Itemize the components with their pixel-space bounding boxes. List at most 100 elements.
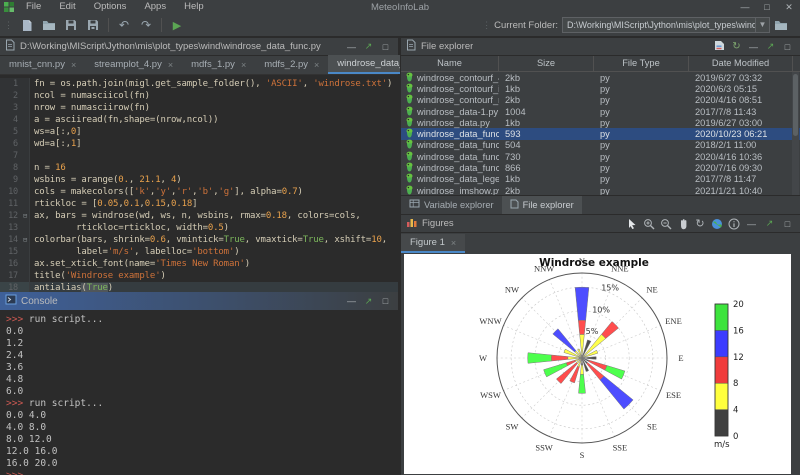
code-line[interactable]: 3nrow = numasciirow(fn) <box>0 102 398 114</box>
new-file-icon[interactable] <box>712 40 727 53</box>
file-cell: 1kb <box>499 118 594 128</box>
figure-tab[interactable]: Figure 1 × <box>401 234 465 253</box>
code-line[interactable]: 18antialias(True) <box>0 282 398 292</box>
minimize-panel-button[interactable]: — <box>344 42 359 52</box>
svg-text:20: 20 <box>733 300 744 310</box>
code-editor[interactable]: 1fn = os.path.join(migl.get_sample_folde… <box>0 76 398 292</box>
scrollbar[interactable] <box>792 72 799 195</box>
save-button[interactable] <box>61 16 81 34</box>
code-line[interactable]: 11rtickloc = [0.05,0.1,0.15,0.18] <box>0 198 398 210</box>
editor-tab-mnist_cnn.py[interactable]: mnist_cnn.py× <box>0 55 85 74</box>
zoom-in-icon[interactable] <box>642 217 656 230</box>
file-row[interactable]: windrose_data_func_s...866py2020/7/16 09… <box>401 162 800 173</box>
menu-help[interactable]: Help <box>176 0 212 14</box>
close-icon[interactable]: × <box>71 60 76 70</box>
code-line[interactable]: 12⊟ax, bars = windrose(wd, ws, n, wsbins… <box>0 210 398 222</box>
file-row[interactable]: windrose_data.py1kbpy2019/6/27 03:00 <box>401 117 800 128</box>
menu-options[interactable]: Options <box>86 0 135 14</box>
file-cell: 2020/10/23 06:21 <box>689 129 793 139</box>
tab-file-explorer[interactable]: File explorer <box>502 196 582 214</box>
file-row[interactable]: windrose_data-1.py1004py2017/7/8 11:43 <box>401 106 800 117</box>
file-row[interactable]: windrose_data_func.py593py2020/10/23 06:… <box>401 128 800 139</box>
rotate-icon[interactable]: ↻ <box>693 217 707 230</box>
redo-button[interactable]: ↷ <box>136 16 156 34</box>
scrollbar-thumb[interactable] <box>793 74 798 136</box>
close-icon[interactable]: × <box>314 60 319 70</box>
new-file-button[interactable] <box>17 16 37 34</box>
code-line[interactable]: 13 rtickloc=rtickloc, width=0.5) <box>0 222 398 234</box>
save-as-button[interactable] <box>83 16 103 34</box>
minimize-panel-button[interactable]: — <box>744 219 759 229</box>
py-file-icon <box>405 117 414 129</box>
figure-canvas[interactable]: NNNENEENEEESESESSESSSWSWWSWWWNWNWNNW5%10… <box>404 254 791 474</box>
code-line[interactable]: 15 label='m/s', labelloc='bottom') <box>0 246 398 258</box>
file-row[interactable]: windrose_data_func_b...730py2020/4/16 10… <box>401 151 800 162</box>
console-line: >>> run script... <box>6 314 398 326</box>
code-line[interactable]: 6wd=a[:,1] <box>0 138 398 150</box>
column-header-date-modified[interactable]: Date Modified <box>689 56 793 71</box>
float-panel-button[interactable]: ↗ <box>762 218 777 229</box>
window-minimize-button[interactable]: — <box>734 0 756 14</box>
file-row[interactable]: windrose_data_func_1...504py2018/2/1 11:… <box>401 140 800 151</box>
window-close-button[interactable]: ✕ <box>778 0 800 14</box>
windrose-chart: NNNENEENEEESESESSESSSWSWWSWWWNWNWNNW5%10… <box>404 254 791 474</box>
editor-tab-streamplot_4.py[interactable]: streamplot_4.py× <box>85 55 182 74</box>
close-icon[interactable]: × <box>168 60 173 70</box>
column-header-file-type[interactable]: File Type <box>594 56 689 71</box>
undo-button[interactable]: ↶ <box>114 16 134 34</box>
code-line[interactable]: 17title('Windrose example') <box>0 270 398 282</box>
maximize-panel-button[interactable]: □ <box>378 296 393 306</box>
code-line[interactable]: 10cols = makecolors(['k','y','r','b','g'… <box>0 186 398 198</box>
maximize-panel-button[interactable]: □ <box>780 219 795 229</box>
file-row[interactable]: windrose_contourf_4.py2kbpy2019/6/27 03:… <box>401 72 800 83</box>
pan-hand-icon[interactable] <box>676 217 690 230</box>
column-header-size[interactable]: Size <box>499 56 594 71</box>
zoom-out-icon[interactable] <box>659 217 673 230</box>
file-row[interactable]: windrose_data_legend...1kbpy2017/7/8 11:… <box>401 174 800 185</box>
maximize-panel-button[interactable]: □ <box>378 42 393 52</box>
minimize-panel-button[interactable]: — <box>746 42 761 52</box>
close-icon[interactable]: × <box>241 60 246 70</box>
console-line: >>> run script... <box>6 398 398 410</box>
column-header-name[interactable]: Name <box>401 56 499 71</box>
browse-folder-button[interactable] <box>771 16 791 34</box>
console-output[interactable]: >>> run script...0.01.22.43.64.86.0>>> r… <box>0 310 398 475</box>
menu-edit[interactable]: Edit <box>51 0 83 14</box>
file-row[interactable]: windrose_contourf_id...1kbpy2020/6/3 05:… <box>401 83 800 94</box>
menu-file[interactable]: File <box>18 0 49 14</box>
tab-variable-explorer[interactable]: Variable explorer <box>401 196 502 214</box>
minimize-panel-button[interactable]: — <box>344 296 359 306</box>
toolbar-grip: ⋮ <box>482 20 490 31</box>
window-maximize-button[interactable]: □ <box>756 0 778 14</box>
code-line[interactable]: 8n = 16 <box>0 162 398 174</box>
open-folder-button[interactable] <box>39 16 59 34</box>
menu-apps[interactable]: Apps <box>136 0 174 14</box>
code-line[interactable]: 7 <box>0 150 398 162</box>
file-table-header[interactable]: NameSizeFile TypeDate Modified <box>401 56 800 72</box>
figures-title-bar: Figures ↻ — ↗ □ <box>401 215 800 233</box>
globe-icon[interactable] <box>710 217 724 230</box>
code-line[interactable]: 14⊟colorbar(bars, shrink=0.6, vmintick=T… <box>0 234 398 246</box>
code-line[interactable]: 5ws=a[:,0] <box>0 126 398 138</box>
float-panel-button[interactable]: ↗ <box>763 41 778 52</box>
chevron-down-icon[interactable]: ▼ <box>755 18 769 32</box>
code-line[interactable]: 4a = asciiread(fn,shape=(nrow,ncol)) <box>0 114 398 126</box>
file-row[interactable]: windrose_imshow.py2kbpy2021/1/21 10:40 <box>401 185 800 195</box>
refresh-icon[interactable]: ↻ <box>729 41 744 52</box>
editor-tab-mdfs_1.py[interactable]: mdfs_1.py× <box>182 55 255 74</box>
file-row[interactable]: windrose_contourf_na...2kbpy2020/4/16 08… <box>401 95 800 106</box>
cursor-icon[interactable] <box>625 217 639 230</box>
code-line[interactable]: 2ncol = numasciicol(fn) <box>0 90 398 102</box>
code-line[interactable]: 16ax.set_xtick_font(name='Times New Roma… <box>0 258 398 270</box>
run-script-button[interactable]: ▶ <box>167 16 187 34</box>
editor-tab-mdfs_2.py[interactable]: mdfs_2.py× <box>255 55 328 74</box>
float-panel-button[interactable]: ↗ <box>361 296 376 307</box>
close-icon[interactable]: × <box>451 238 456 248</box>
float-panel-button[interactable]: ↗ <box>361 41 376 52</box>
maximize-panel-button[interactable]: □ <box>780 42 795 52</box>
identify-icon[interactable] <box>727 217 741 230</box>
code-line[interactable]: 1fn = os.path.join(migl.get_sample_folde… <box>0 78 398 90</box>
current-folder-combo[interactable]: D:\Working\MIScript\Jython\mis\plot_type… <box>562 17 770 33</box>
svg-text:WNW: WNW <box>479 316 501 326</box>
code-line[interactable]: 9wsbins = arange(0., 21.1, 4) <box>0 174 398 186</box>
